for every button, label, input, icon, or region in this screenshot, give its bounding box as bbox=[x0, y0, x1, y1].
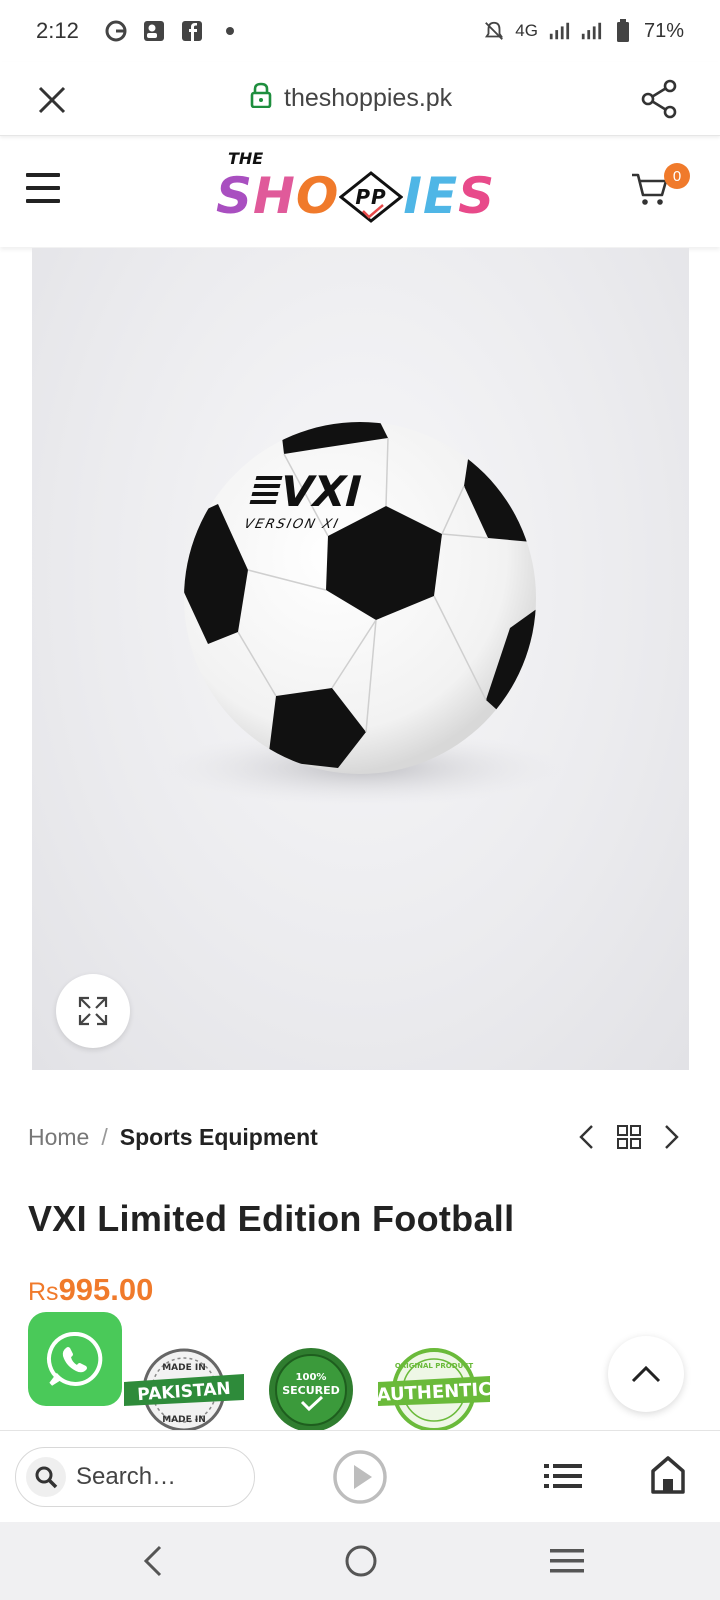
status-bar: 2:12 4G 71% bbox=[0, 0, 720, 62]
svg-text:100%: 100% bbox=[296, 1372, 327, 1383]
price-currency: Rs bbox=[28, 1278, 59, 1306]
facebook-icon bbox=[181, 20, 203, 42]
back-icon[interactable] bbox=[140, 1544, 164, 1583]
search-icon[interactable] bbox=[26, 1457, 66, 1497]
menu-icon[interactable] bbox=[26, 173, 60, 203]
product-image[interactable]: VXI VERSION XI bbox=[32, 248, 689, 1070]
browser-bar: theshoppies.pk bbox=[0, 62, 720, 136]
recent-apps-icon[interactable] bbox=[550, 1546, 584, 1581]
network-label: 4G bbox=[515, 21, 538, 40]
expand-image-button[interactable] bbox=[56, 974, 130, 1048]
secured-badge: 100% SECURED bbox=[269, 1348, 353, 1432]
svg-text:SECURED: SECURED bbox=[282, 1384, 340, 1397]
price-amount: 995.00 bbox=[58, 1272, 154, 1307]
svg-text:VERSION XI: VERSION XI bbox=[243, 517, 342, 532]
search-box[interactable] bbox=[15, 1447, 255, 1507]
home-icon[interactable] bbox=[650, 1455, 686, 1495]
product-title: VXI Limited Edition Football bbox=[28, 1198, 515, 1239]
authentic-badge: ORIGINAL PRODUCT AUTHENTIC bbox=[378, 1348, 490, 1432]
svg-text:MADE IN: MADE IN bbox=[162, 1363, 206, 1373]
status-time: 2:12 bbox=[36, 18, 79, 43]
whatsapp-icon bbox=[46, 1331, 103, 1386]
svg-text:VXI: VXI bbox=[274, 468, 367, 517]
signal-icon bbox=[580, 20, 602, 42]
search-input[interactable] bbox=[76, 1463, 236, 1491]
logo-word: SHO PP IES bbox=[216, 167, 496, 225]
made-in-pakistan-badge: MADE IN PAKISTAN MADE IN bbox=[124, 1348, 244, 1432]
product-navigation bbox=[578, 1124, 680, 1155]
home-circle-icon[interactable] bbox=[344, 1544, 378, 1583]
share-icon[interactable] bbox=[638, 78, 680, 120]
breadcrumb-separator: / bbox=[101, 1124, 108, 1150]
lock-icon bbox=[250, 82, 272, 115]
svg-text:ORIGINAL PRODUCT: ORIGINAL PRODUCT bbox=[395, 1362, 474, 1370]
site-header: THE SHO PP IES 0 bbox=[0, 137, 720, 247]
football-image: VXI VERSION XI bbox=[162, 422, 562, 806]
play-icon bbox=[333, 1450, 387, 1504]
site-logo[interactable]: THE SHO PP IES bbox=[216, 147, 506, 237]
play-button[interactable] bbox=[332, 1449, 388, 1505]
close-icon[interactable] bbox=[32, 80, 72, 120]
signal-icon bbox=[548, 20, 570, 42]
battery-icon bbox=[612, 19, 634, 42]
logo-pp-mark: PP bbox=[339, 171, 404, 225]
svg-text:MADE IN: MADE IN bbox=[162, 1415, 206, 1425]
contacts-icon bbox=[143, 20, 165, 42]
system-navigation-bar bbox=[0, 1522, 720, 1600]
battery-level: 71% bbox=[643, 19, 684, 42]
breadcrumb-home[interactable]: Home bbox=[28, 1124, 89, 1151]
cart-count-badge: 0 bbox=[664, 163, 690, 189]
breadcrumb-current[interactable]: Sports Equipment bbox=[120, 1124, 318, 1151]
list-icon[interactable] bbox=[544, 1461, 582, 1491]
dot-icon bbox=[219, 20, 241, 42]
google-icon bbox=[105, 20, 127, 42]
address-bar[interactable]: theshoppies.pk bbox=[250, 82, 452, 115]
mute-icon bbox=[483, 20, 505, 42]
url-text: theshoppies.pk bbox=[284, 84, 453, 112]
expand-icon bbox=[78, 996, 108, 1026]
breadcrumb: Home / Sports Equipment bbox=[28, 1124, 318, 1151]
whatsapp-button[interactable] bbox=[28, 1312, 122, 1406]
grid-icon[interactable] bbox=[616, 1124, 642, 1155]
scroll-to-top-button[interactable] bbox=[608, 1336, 684, 1412]
next-product-icon[interactable] bbox=[664, 1124, 680, 1155]
product-price: Rs995.00 bbox=[28, 1272, 153, 1308]
chevron-up-icon bbox=[631, 1365, 661, 1383]
logo-the: THE bbox=[228, 149, 264, 168]
prev-product-icon[interactable] bbox=[578, 1124, 594, 1155]
bottom-toolbar bbox=[0, 1430, 720, 1522]
